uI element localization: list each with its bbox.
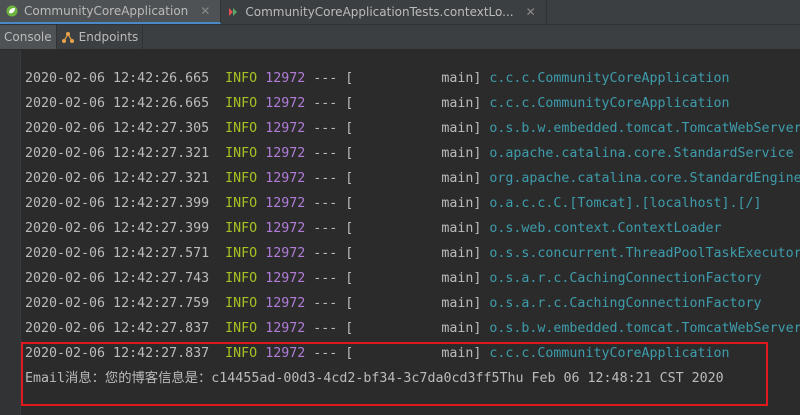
- run-test-icon: [229, 8, 238, 16]
- log-pid: 12972: [265, 71, 306, 86]
- log-separator: --- [: [313, 296, 354, 311]
- log-separator: --- [: [313, 246, 354, 261]
- log-separator: --- [: [313, 196, 354, 211]
- log-thread: main]: [441, 246, 482, 261]
- log-separator: --- [: [313, 321, 354, 336]
- console-label: Console: [4, 30, 52, 44]
- editor-tab-bar: CommunityCoreApplication ✕ CommunityCore…: [0, 0, 800, 25]
- log-level: INFO: [225, 121, 258, 136]
- log-pid: 12972: [265, 221, 306, 236]
- close-icon[interactable]: ✕: [526, 5, 536, 19]
- log-pid: 12972: [265, 121, 306, 136]
- log-separator: --- [: [313, 121, 354, 136]
- log-pid: 12972: [265, 146, 306, 161]
- log-level: INFO: [225, 296, 258, 311]
- log-level: INFO: [225, 246, 258, 261]
- log-logger[interactable]: o.s.b.w.embedded.tomcat.TomcatWebServer: [489, 121, 800, 136]
- log-separator: --- [: [313, 146, 354, 161]
- log-level: INFO: [225, 271, 258, 286]
- log-timestamp: 2020-02-06 12:42:27.321: [25, 171, 210, 186]
- log-line: 2020-02-06 12:42:27.571 INFO 12972 --- […: [25, 241, 800, 266]
- log-separator: --- [: [313, 271, 354, 286]
- log-logger[interactable]: c.c.c.CommunityCoreApplication: [489, 96, 729, 111]
- log-separator: --- [: [313, 221, 354, 236]
- log-line: 2020-02-06 12:42:27.321 INFO 12972 --- […: [25, 141, 800, 166]
- log-thread: main]: [441, 121, 482, 136]
- endpoints-icon: [61, 32, 74, 43]
- tab-console[interactable]: Console: [0, 25, 57, 49]
- log-level: INFO: [225, 96, 258, 111]
- log-thread: main]: [441, 96, 482, 111]
- log-timestamp: 2020-02-06 12:42:27.399: [25, 196, 210, 211]
- log-line: 2020-02-06 12:42:27.305 INFO 12972 --- […: [25, 116, 800, 141]
- log-thread: main]: [441, 221, 482, 236]
- highlight-annotation-box: [21, 342, 768, 406]
- log-level: INFO: [225, 196, 258, 211]
- log-pid: 12972: [265, 96, 306, 111]
- log-thread: main]: [441, 271, 482, 286]
- tab-community-core-application[interactable]: CommunityCoreApplication ✕: [0, 0, 222, 24]
- log-timestamp: 2020-02-06 12:42:26.665: [25, 96, 210, 111]
- log-separator: --- [: [313, 71, 354, 86]
- log-line: 2020-02-06 12:42:27.743 INFO 12972 --- […: [25, 266, 800, 291]
- log-pid: 12972: [265, 196, 306, 211]
- log-pid: 12972: [265, 321, 306, 336]
- log-timestamp: 2020-02-06 12:42:27.571: [25, 246, 210, 261]
- log-timestamp: 2020-02-06 12:42:27.837: [25, 321, 210, 336]
- log-logger[interactable]: o.s.a.r.c.CachingConnectionFactory: [489, 271, 761, 286]
- log-pid: 12972: [265, 296, 306, 311]
- log-line: 2020-02-06 12:42:26.665 INFO 12972 --- […: [25, 91, 800, 116]
- log-line: 2020-02-06 12:42:27.399 INFO 12972 --- […: [25, 216, 800, 241]
- spring-leaf-icon: [6, 5, 18, 17]
- log-timestamp: 2020-02-06 12:42:27.759: [25, 296, 210, 311]
- log-thread: main]: [441, 196, 482, 211]
- log-logger[interactable]: org.apache.catalina.core.StandardEngine: [489, 171, 800, 186]
- close-icon[interactable]: ✕: [200, 4, 210, 18]
- log-thread: main]: [441, 71, 482, 86]
- log-pid: 12972: [265, 246, 306, 261]
- log-logger[interactable]: o.s.b.w.embedded.tomcat.TomcatWebServer: [489, 321, 800, 336]
- log-level: INFO: [225, 321, 258, 336]
- log-timestamp: 2020-02-06 12:42:27.305: [25, 121, 210, 136]
- log-separator: --- [: [313, 171, 354, 186]
- tab-label: CommunityCoreApplicationTests.contextLo.…: [245, 5, 514, 19]
- endpoints-label: Endpoints: [78, 30, 139, 44]
- log-logger[interactable]: o.a.c.c.C.[Tomcat].[localhost].[/]: [489, 196, 761, 211]
- log-pid: 12972: [265, 271, 306, 286]
- log-level: INFO: [225, 71, 258, 86]
- console-gutter: [0, 50, 21, 415]
- console-toolbar: Console Endpoints: [0, 25, 800, 50]
- log-line: 2020-02-06 12:42:27.759 INFO 12972 --- […: [25, 291, 800, 316]
- log-logger[interactable]: c.c.c.CommunityCoreApplication: [489, 71, 729, 86]
- log-logger[interactable]: o.s.a.r.c.CachingConnectionFactory: [489, 296, 761, 311]
- tab-community-core-application-tests[interactable]: CommunityCoreApplicationTests.contextLo.…: [221, 0, 547, 24]
- log-level: INFO: [225, 146, 258, 161]
- log-timestamp: 2020-02-06 12:42:26.665: [25, 71, 210, 86]
- log-thread: main]: [441, 321, 482, 336]
- log-separator: --- [: [313, 96, 354, 111]
- tab-label: CommunityCoreApplication: [24, 4, 189, 18]
- log-thread: main]: [441, 171, 482, 186]
- log-timestamp: 2020-02-06 12:42:27.321: [25, 146, 210, 161]
- log-line: 2020-02-06 12:42:27.837 INFO 12972 --- […: [25, 316, 800, 341]
- tab-endpoints[interactable]: Endpoints: [57, 25, 144, 49]
- log-line: 2020-02-06 12:42:27.321 INFO 12972 --- […: [25, 166, 800, 191]
- log-timestamp: 2020-02-06 12:42:27.399: [25, 221, 210, 236]
- log-level: INFO: [225, 171, 258, 186]
- log-level: INFO: [225, 221, 258, 236]
- log-thread: main]: [441, 146, 482, 161]
- log-line: 2020-02-06 12:42:26.665 INFO 12972 --- […: [25, 66, 800, 91]
- log-logger[interactable]: o.apache.catalina.core.StandardService: [489, 146, 793, 161]
- log-line: 2020-02-06 12:42:27.399 INFO 12972 --- […: [25, 191, 800, 216]
- log-logger[interactable]: o.s.s.concurrent.ThreadPoolTaskExecutor: [489, 246, 800, 261]
- log-logger[interactable]: o.s.web.context.ContextLoader: [489, 221, 721, 236]
- log-thread: main]: [441, 296, 482, 311]
- log-timestamp: 2020-02-06 12:42:27.743: [25, 271, 210, 286]
- log-pid: 12972: [265, 171, 306, 186]
